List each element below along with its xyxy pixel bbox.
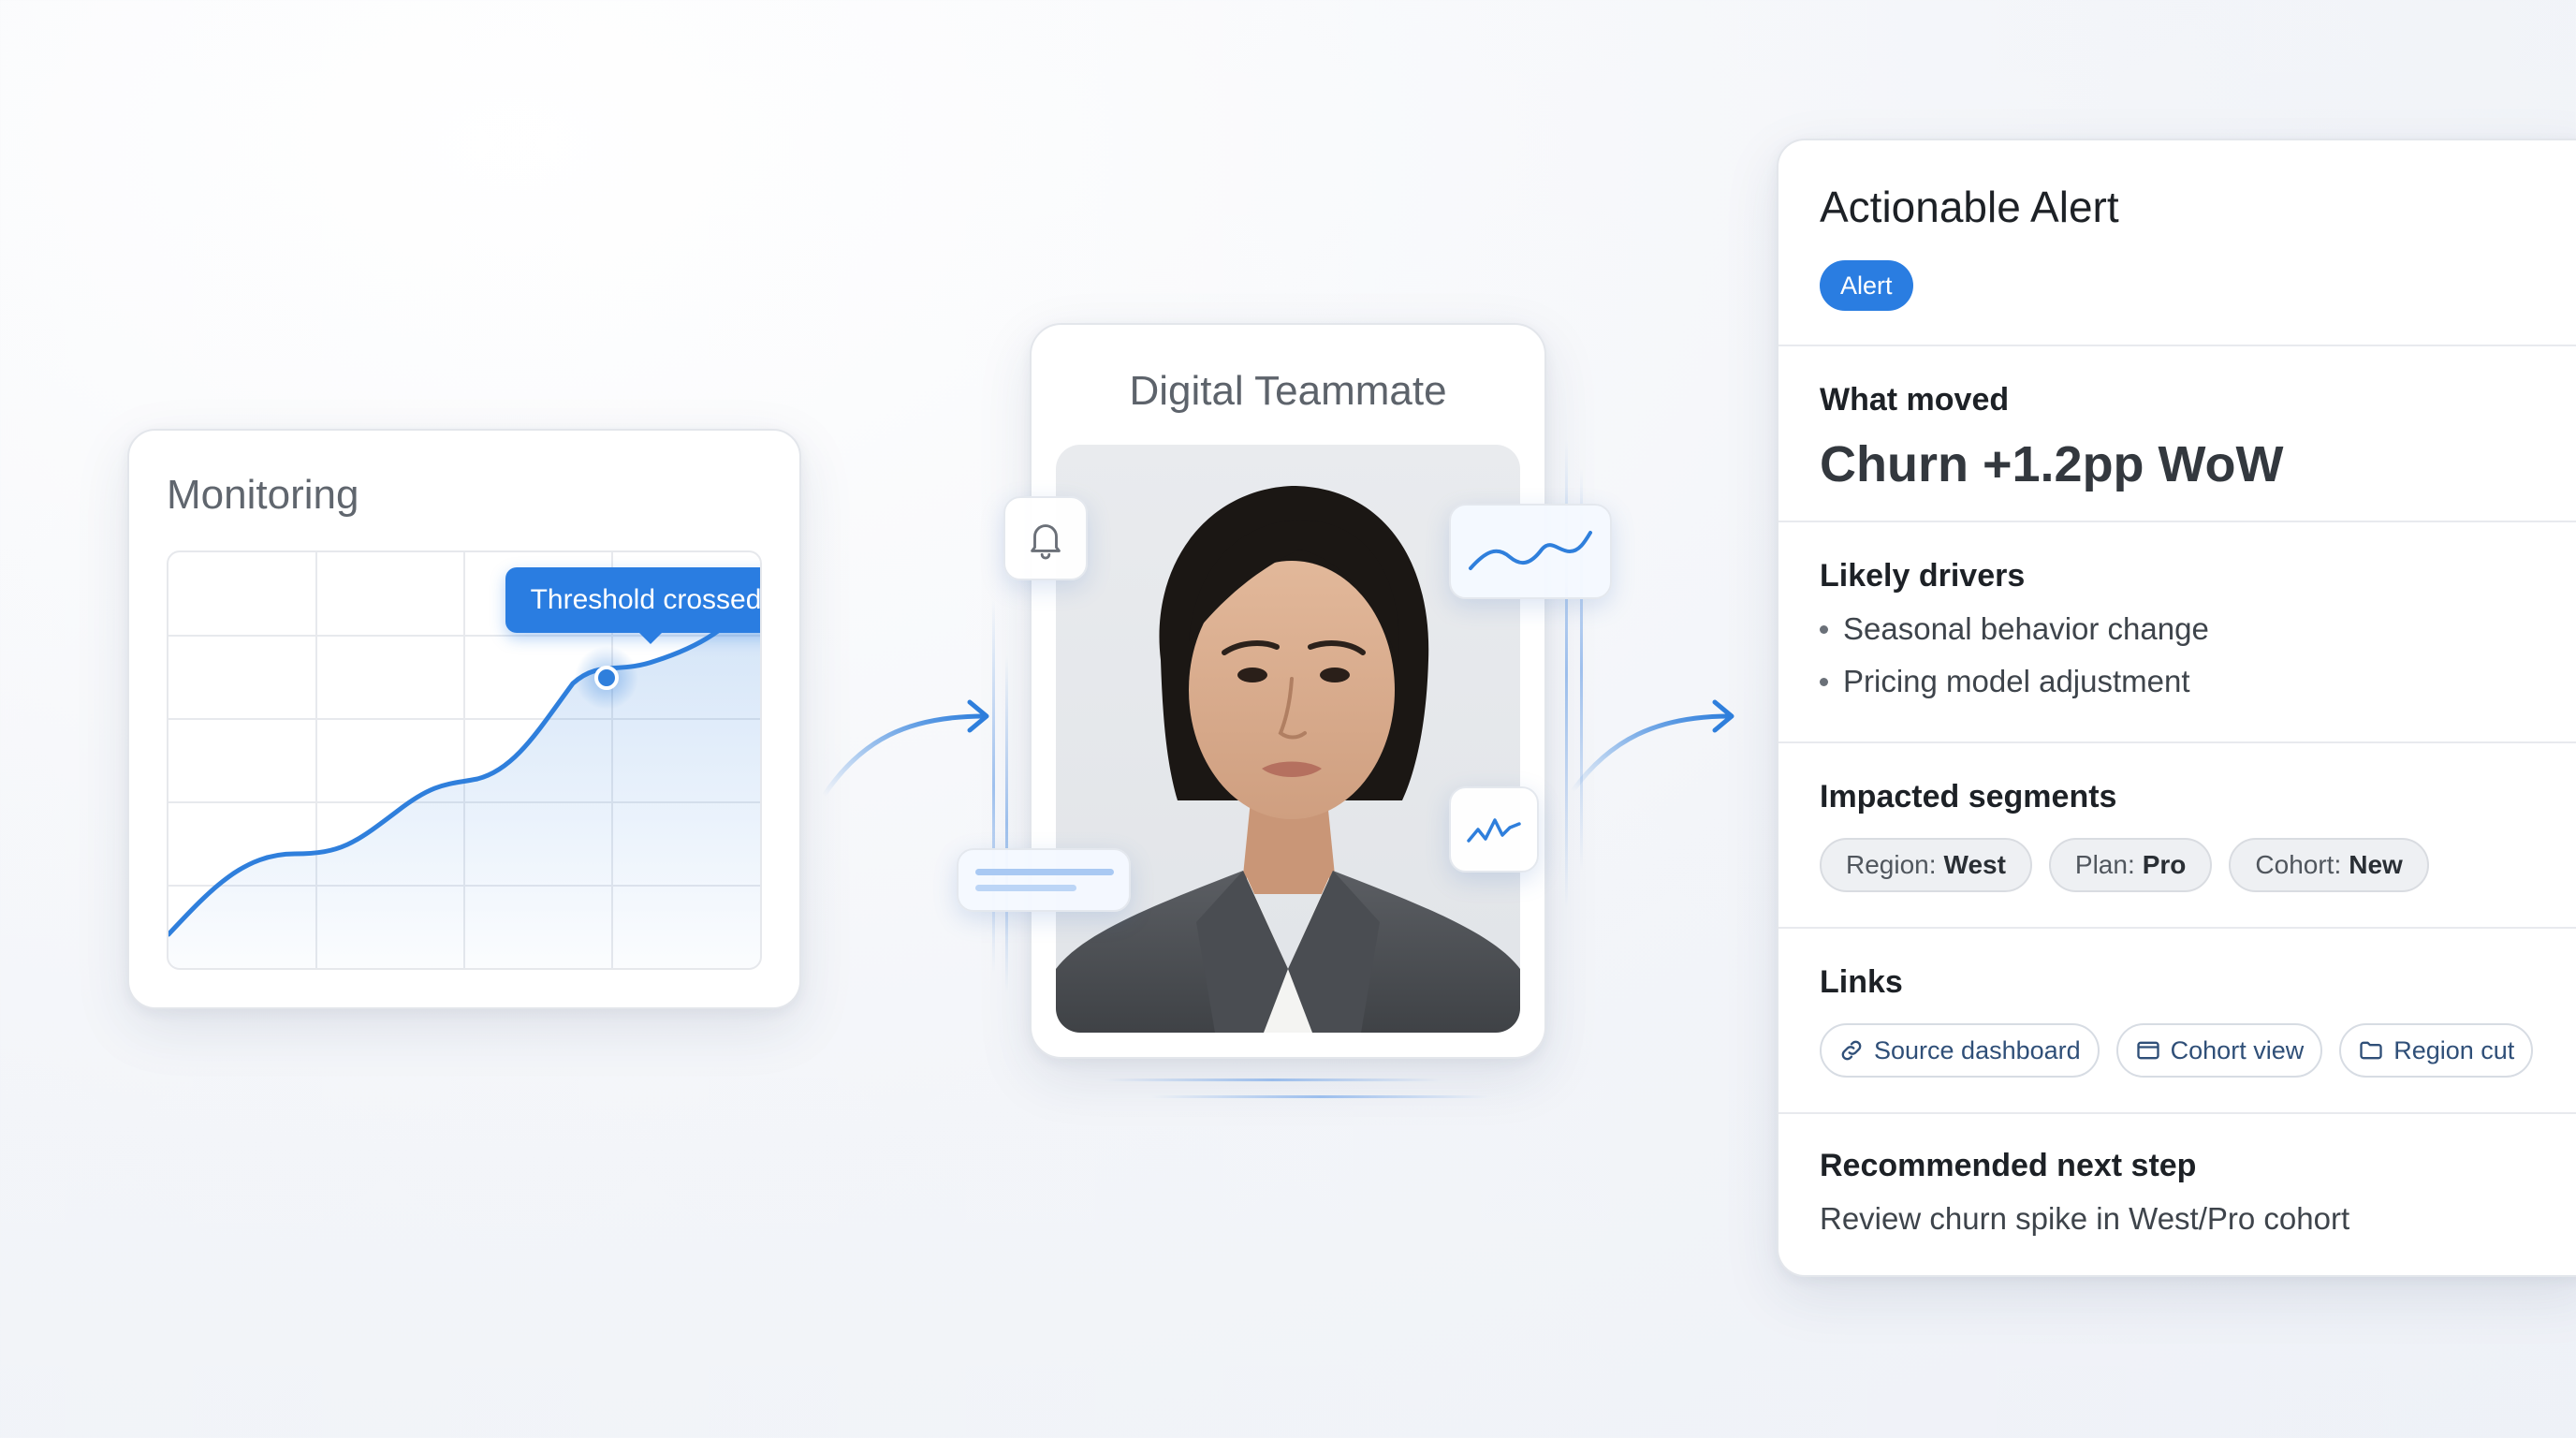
impacted-segments-section: Impacted segments Region: West Plan: Pro C… xyxy=(1820,779,2576,892)
divider xyxy=(1778,521,2576,522)
list-item: Pricing model adjustment xyxy=(1820,664,2576,699)
segment-chip-value: New xyxy=(2349,850,2403,879)
next-step-text: Review churn spike in West/Pro cohort xyxy=(1820,1201,2350,1236)
segment-chip-region[interactable]: Region: West xyxy=(1820,838,2032,892)
driver-text: Pricing model adjustment xyxy=(1843,664,2190,698)
what-moved-section: What moved Churn +1.2pp WoW xyxy=(1820,382,2576,493)
links-label: Links xyxy=(1820,964,1903,1000)
digital-teammate-card: Digital Teammate xyxy=(1030,323,1546,1059)
monitoring-card: Monitoring Threshold crossed xyxy=(127,429,801,1009)
alert-badge: Alert xyxy=(1820,260,1913,311)
impacted-segments-label: Impacted segments xyxy=(1820,779,2117,814)
link-label: Region cut xyxy=(2393,1035,2515,1064)
likely-drivers-label: Likely drivers xyxy=(1820,558,2026,594)
window-icon xyxy=(2136,1041,2159,1060)
segment-chip-value: Pro xyxy=(2142,850,2187,879)
text-line-placeholder xyxy=(975,885,1076,891)
segment-chip-key: Region: xyxy=(1846,850,1937,879)
driver-text: Seasonal behavior change xyxy=(1843,611,2209,646)
under-line-2 xyxy=(1151,1095,1488,1098)
region-cut-link[interactable]: Region cut xyxy=(2339,1023,2534,1078)
next-step-section: Recommended next step Review churn spike… xyxy=(1820,1148,2576,1237)
monitoring-title: Monitoring xyxy=(167,472,359,518)
threshold-point[interactable] xyxy=(594,666,619,690)
what-moved-value: Churn +1.2pp WoW xyxy=(1820,436,2284,492)
segment-chips: Region: West Plan: Pro Cohort: New xyxy=(1820,838,2576,892)
trend-chip xyxy=(1449,504,1612,599)
divider xyxy=(1778,345,2576,346)
link-chips: Source dashboard Cohort view Region cut xyxy=(1820,1023,2576,1078)
bell-chip xyxy=(1003,496,1088,580)
what-moved-label: What moved xyxy=(1820,382,2010,418)
link-icon xyxy=(1841,1040,1862,1061)
under-line-1 xyxy=(1105,1078,1442,1081)
actionable-alert-panel: Actionable Alert Alert What moved Churn … xyxy=(1777,139,2576,1277)
flow-arrow-to-alert xyxy=(1570,699,1734,794)
link-label: Cohort view xyxy=(2170,1035,2305,1064)
folder-icon xyxy=(2360,1041,2382,1060)
text-lines-chip xyxy=(957,848,1131,912)
text-line-placeholder xyxy=(975,869,1114,875)
deco-line-left-2 xyxy=(1005,655,1008,992)
alert-title: Actionable Alert xyxy=(1820,183,2119,231)
cohort-view-link[interactable]: Cohort view xyxy=(2115,1023,2323,1078)
alert-header: Actionable Alert Alert xyxy=(1820,182,2576,311)
source-dashboard-link[interactable]: Source dashboard xyxy=(1820,1023,2100,1078)
sparkline-icon xyxy=(1467,818,1521,843)
sparkline-chip xyxy=(1449,786,1539,873)
link-label: Source dashboard xyxy=(1874,1035,2081,1064)
threshold-tooltip: Threshold crossed xyxy=(505,567,760,644)
segment-chip-key: Cohort: xyxy=(2255,850,2342,879)
next-step-label: Recommended next step xyxy=(1820,1148,2197,1183)
deco-line-left-1 xyxy=(992,599,995,974)
segment-chip-cohort[interactable]: Cohort: New xyxy=(2229,838,2429,892)
divider xyxy=(1778,741,2576,743)
divider xyxy=(1778,1112,2576,1114)
divider xyxy=(1778,927,2576,929)
trend-line-icon xyxy=(1469,531,1592,570)
likely-drivers-section: Likely drivers Seasonal behavior change … xyxy=(1820,558,2576,716)
teammate-title: Digital Teammate xyxy=(1129,368,1447,414)
bullet-dot xyxy=(1820,624,1828,634)
links-section: Links Source dashboard Cohort view Regio… xyxy=(1820,964,2576,1078)
segment-chip-value: West xyxy=(1943,850,2006,879)
segment-chip-plan[interactable]: Plan: Pro xyxy=(2048,838,2213,892)
list-item: Seasonal behavior change xyxy=(1820,611,2576,647)
segment-chip-key: Plan: xyxy=(2074,850,2135,879)
bell-icon xyxy=(1031,524,1061,560)
flow-arrow-to-teammate xyxy=(821,699,989,799)
bullet-dot xyxy=(1820,677,1828,686)
likely-drivers-list: Seasonal behavior change Pricing model a… xyxy=(1820,611,2576,699)
monitoring-chart: Threshold crossed xyxy=(167,550,762,970)
